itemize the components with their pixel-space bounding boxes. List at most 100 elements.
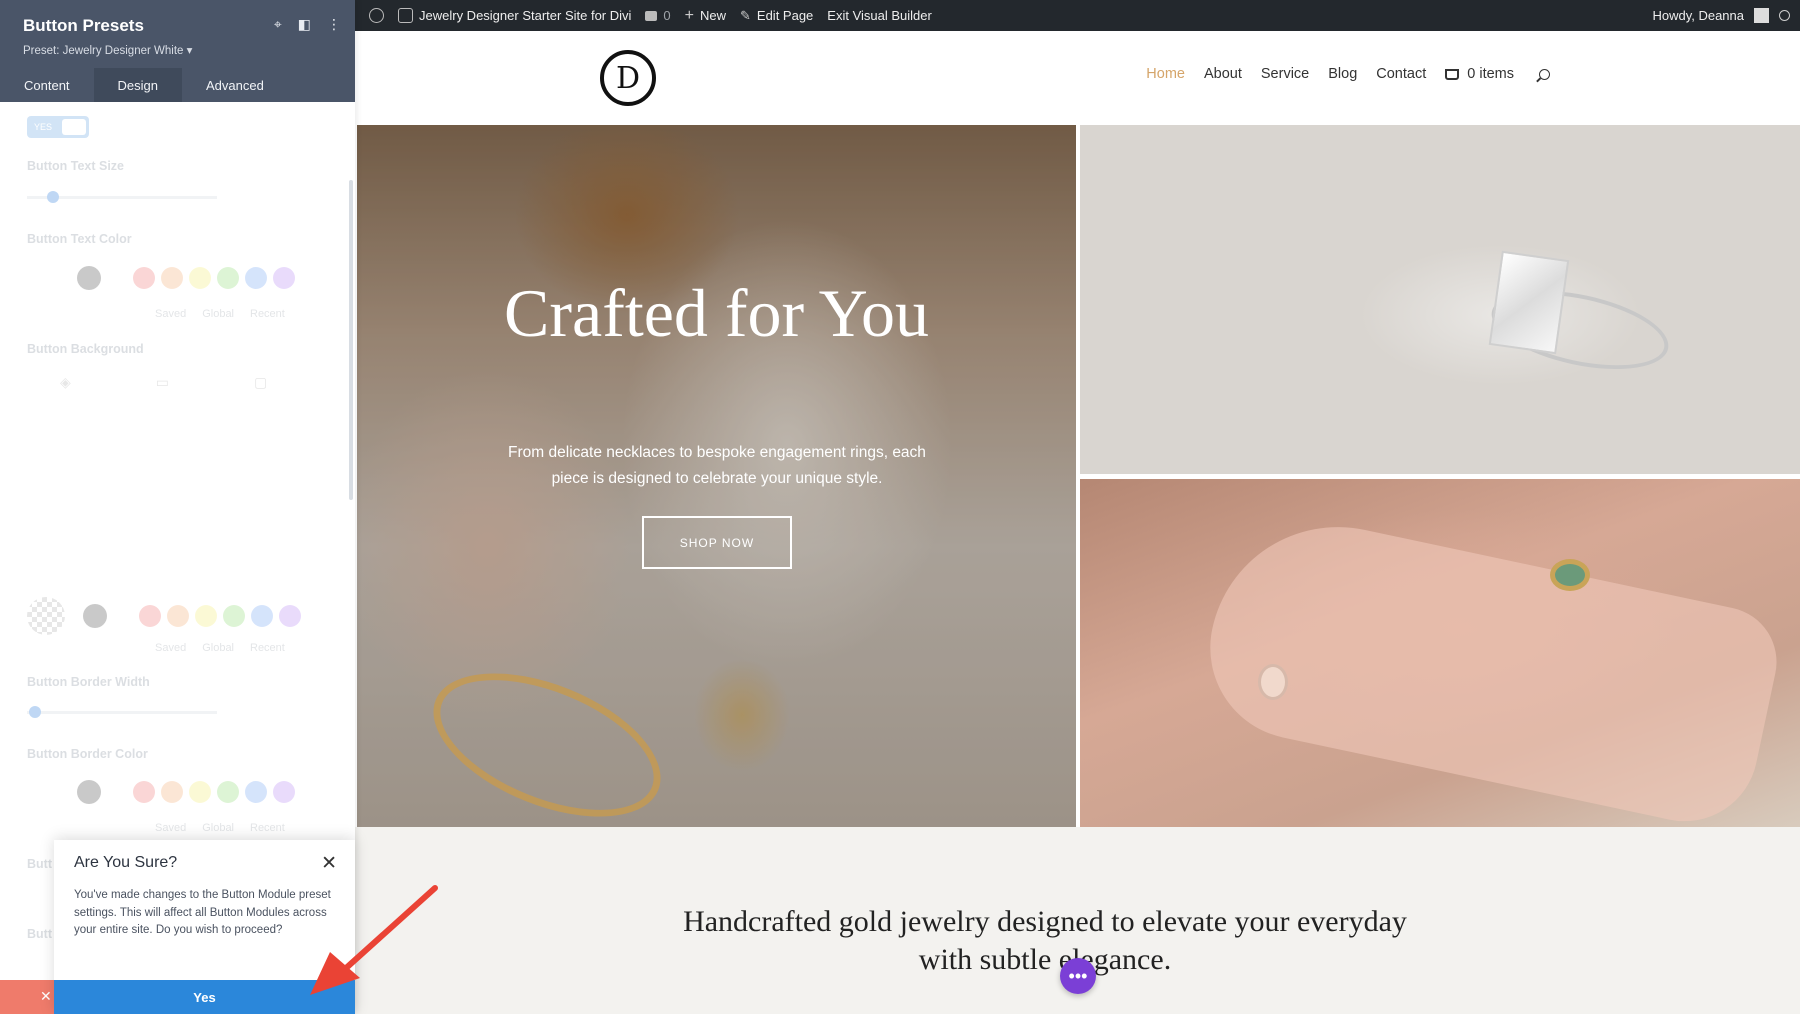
exit-visual-builder-link[interactable]: Exit Visual Builder bbox=[827, 8, 932, 23]
pencil-icon: ✎ bbox=[740, 7, 751, 23]
swatch-yellow[interactable] bbox=[189, 267, 211, 289]
swatch-blue[interactable] bbox=[245, 781, 267, 803]
comment-icon bbox=[645, 10, 658, 21]
site-search-icon[interactable] bbox=[1539, 68, 1550, 80]
dialog-body: You've made changes to the Button Module… bbox=[74, 889, 331, 936]
text-color-label: Button Text Color bbox=[27, 232, 132, 246]
current-color-swatch[interactable] bbox=[77, 266, 101, 290]
nav-service[interactable]: Service bbox=[1261, 66, 1309, 82]
current-color-swatch[interactable] bbox=[77, 780, 101, 804]
swatch-orange[interactable] bbox=[167, 605, 189, 627]
background-type-icons: ◈ ▭ ▢ bbox=[60, 374, 267, 391]
recent-tab[interactable]: Recent bbox=[250, 822, 285, 834]
cancel-stub-button[interactable]: ✕ bbox=[0, 980, 54, 1014]
comments-count: 0 bbox=[663, 8, 671, 23]
image-icon[interactable]: ▭ bbox=[156, 374, 169, 391]
global-tab[interactable]: Global bbox=[202, 308, 234, 320]
background-color-swatches bbox=[27, 597, 301, 635]
annotation-arrow-icon bbox=[310, 885, 438, 995]
panel-header: Button Presets Preset: Jewelry Designer … bbox=[0, 0, 355, 102]
hero-subtitle: From delicate necklaces to bespoke engag… bbox=[508, 444, 926, 487]
nav-home[interactable]: Home bbox=[1146, 66, 1185, 82]
edit-page-label: Edit Page bbox=[756, 8, 814, 23]
nav-contact[interactable]: Contact bbox=[1376, 66, 1426, 82]
custom-styles-toggle[interactable]: YES bbox=[27, 116, 89, 138]
layout-icon[interactable]: ◧ bbox=[298, 16, 311, 33]
swatch-red[interactable] bbox=[133, 781, 155, 803]
intro-tagline: Handcrafted gold jewelry designed to ele… bbox=[683, 905, 1407, 976]
site-header: D Home About Service Blog Contact 0 item… bbox=[355, 31, 1800, 125]
saved-tab[interactable]: Saved bbox=[155, 308, 186, 320]
truncated-field-label: Butt bbox=[27, 857, 52, 871]
swatch-purple[interactable] bbox=[279, 605, 301, 627]
swatch-green[interactable] bbox=[217, 267, 239, 289]
tab-design[interactable]: Design bbox=[93, 68, 183, 102]
saved-tab[interactable]: Saved bbox=[155, 642, 186, 654]
swatch-red[interactable] bbox=[139, 605, 161, 627]
hero-image-necklace: Crafted for You From delicate necklaces … bbox=[357, 125, 1076, 846]
cart-link[interactable]: 0 items bbox=[1445, 66, 1514, 82]
tab-content[interactable]: Content bbox=[0, 68, 94, 102]
panel-header-icons: ⌖ ◧ ⋮ bbox=[274, 16, 341, 33]
swatch-orange[interactable] bbox=[161, 781, 183, 803]
close-icon: ✕ bbox=[40, 988, 52, 1004]
nav-about[interactable]: About bbox=[1204, 66, 1242, 82]
site-logo[interactable]: D bbox=[600, 50, 656, 106]
global-tab[interactable]: Global bbox=[202, 822, 234, 834]
slider-handle[interactable] bbox=[47, 191, 59, 203]
nav-blog[interactable]: Blog bbox=[1328, 66, 1357, 82]
swatch-yellow[interactable] bbox=[195, 605, 217, 627]
close-icon[interactable]: ✕ bbox=[321, 852, 337, 875]
recent-tab[interactable]: Recent bbox=[250, 642, 285, 654]
dialog-title: Are You Sure? bbox=[74, 854, 178, 871]
exit-label: Exit Visual Builder bbox=[827, 8, 932, 23]
tab-advanced[interactable]: Advanced bbox=[182, 68, 288, 102]
swatch-blue[interactable] bbox=[251, 605, 273, 627]
more-vertical-icon[interactable]: ⋮ bbox=[327, 16, 341, 33]
color-fill-icon[interactable]: ◈ bbox=[60, 374, 71, 391]
global-tab[interactable]: Global bbox=[202, 642, 234, 654]
gradient-icon[interactable]: ▢ bbox=[254, 374, 267, 391]
shop-now-button[interactable]: SHOP NOW bbox=[642, 516, 792, 569]
swatch-yellow[interactable] bbox=[189, 781, 211, 803]
text-size-slider[interactable] bbox=[27, 191, 217, 203]
swatch-meta: Saved Global Recent bbox=[155, 308, 285, 320]
swatch-red[interactable] bbox=[133, 267, 155, 289]
emerald-ring-illustration bbox=[1550, 559, 1590, 591]
gray-swatch[interactable] bbox=[83, 604, 107, 628]
avatar[interactable] bbox=[1754, 8, 1769, 23]
dashboard-icon bbox=[398, 8, 413, 23]
swatch-purple[interactable] bbox=[273, 267, 295, 289]
morganite-ring-illustration bbox=[1258, 664, 1288, 700]
swatch-green[interactable] bbox=[223, 605, 245, 627]
comments-link[interactable]: 0 bbox=[645, 8, 671, 23]
saved-tab[interactable]: Saved bbox=[155, 822, 186, 834]
swatch-purple[interactable] bbox=[273, 781, 295, 803]
swatch-blue[interactable] bbox=[245, 267, 267, 289]
swatch-orange[interactable] bbox=[161, 267, 183, 289]
site-name-link[interactable]: Jewelry Designer Starter Site for Divi bbox=[398, 8, 631, 23]
truncated-field-label: Butt bbox=[27, 927, 52, 941]
main-nav: Home About Service Blog Contact 0 items bbox=[1146, 66, 1550, 82]
edit-page-link[interactable]: ✎ Edit Page bbox=[740, 8, 813, 24]
transparent-swatch[interactable] bbox=[27, 597, 65, 635]
toggle-label: YES bbox=[34, 122, 53, 132]
search-icon[interactable] bbox=[1779, 10, 1790, 21]
wp-admin-bar: Jewelry Designer Starter Site for Divi 0… bbox=[355, 0, 1800, 31]
recent-tab[interactable]: Recent bbox=[250, 308, 285, 320]
border-width-slider[interactable] bbox=[27, 706, 217, 718]
border-width-label: Button Border Width bbox=[27, 675, 150, 689]
hero-title: Crafted for You bbox=[504, 275, 929, 351]
hero-image-hands bbox=[1080, 479, 1800, 835]
wordpress-logo[interactable] bbox=[369, 8, 384, 23]
site-name-label: Jewelry Designer Starter Site for Divi bbox=[419, 8, 632, 23]
swatch-green[interactable] bbox=[217, 781, 239, 803]
focus-icon[interactable]: ⌖ bbox=[274, 16, 282, 33]
page-settings-button[interactable]: ••• bbox=[1060, 958, 1096, 994]
panel-scrollbar[interactable] bbox=[349, 180, 353, 500]
preset-dropdown[interactable]: Preset: Jewelry Designer White ▾ bbox=[23, 43, 192, 57]
howdy-user[interactable]: Howdy, Deanna bbox=[1652, 8, 1744, 23]
new-content-link[interactable]: + New bbox=[685, 7, 726, 25]
border-color-swatches bbox=[27, 780, 295, 804]
slider-handle[interactable] bbox=[29, 706, 41, 718]
